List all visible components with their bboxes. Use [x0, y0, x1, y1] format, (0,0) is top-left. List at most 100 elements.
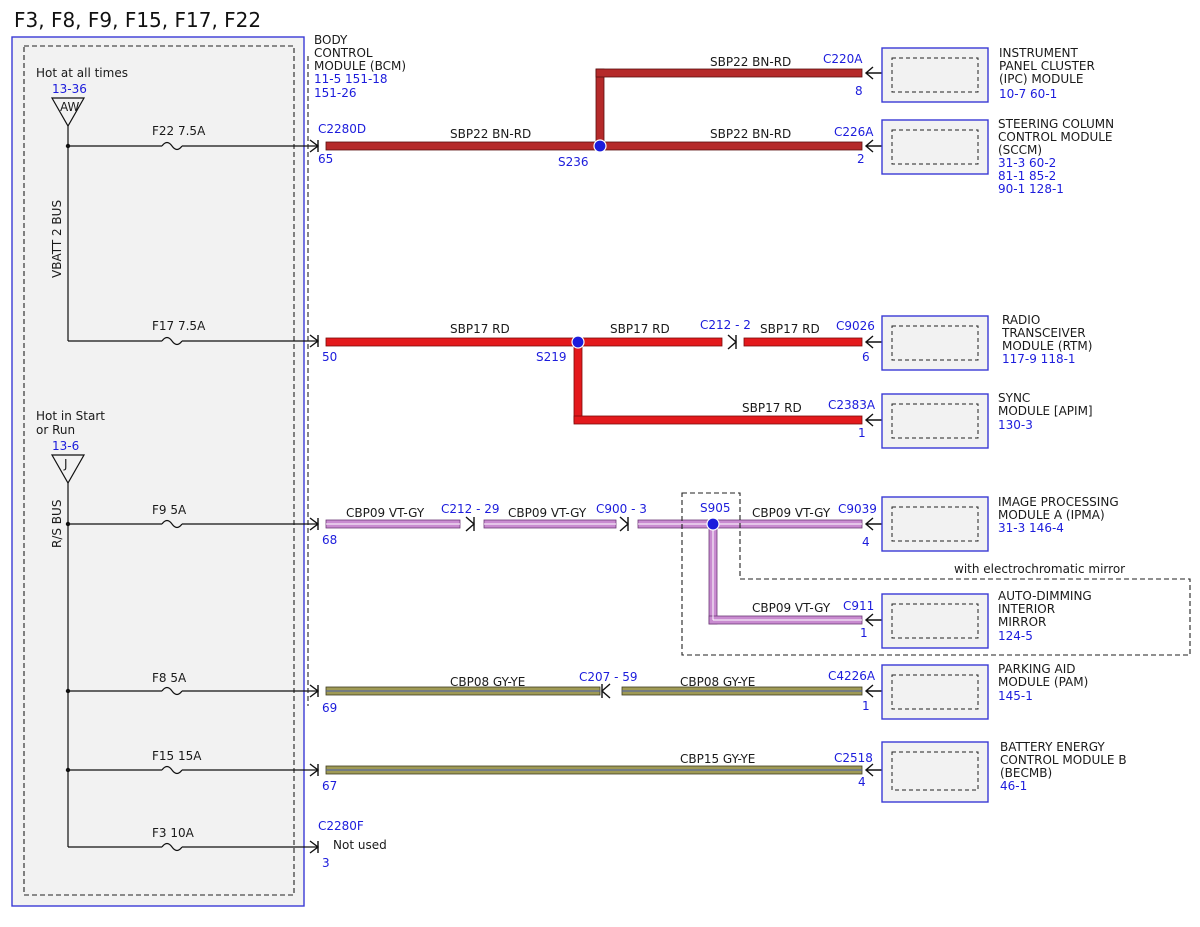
module-pin: 1	[858, 426, 866, 440]
wire-label: CBP09 VT-GY	[752, 506, 831, 520]
inline-connector-label: C212 - 2	[700, 318, 751, 332]
fuse-panel	[11, 36, 305, 907]
module-name-line: CONTROL MODULE	[998, 130, 1113, 144]
hot-start-label-1: Hot in Start	[36, 409, 105, 423]
module-connector: C911	[843, 599, 874, 613]
bcm-pin: 67	[322, 779, 337, 793]
module-pin: 4	[858, 775, 866, 789]
connector-arrow-icon	[864, 517, 882, 531]
rs-bus-label: R/S BUS	[50, 500, 64, 548]
bcm-label-2: CONTROL	[314, 46, 373, 60]
module-pin: 8	[855, 84, 863, 98]
splice-label: S236	[558, 155, 589, 169]
module-ipma: C9039 4 IMAGE PROCESSING MODULE A (IPMA)…	[838, 495, 1119, 552]
module-name-line: (IPC) MODULE	[999, 72, 1083, 86]
bcm-ref-1: 11-5 151-18	[314, 72, 388, 86]
module-connector: C226A	[834, 125, 874, 139]
module-connector: C9039	[838, 502, 877, 516]
wire-label: SBP22 BN-RD	[710, 127, 791, 141]
module-rtm: C9026 6 RADIO TRANSCEIVER MODULE (RTM) 1…	[836, 313, 1092, 371]
module-name-line: MODULE (PAM)	[998, 675, 1088, 689]
diagram-title: F3, F8, F9, F15, F17, F22	[14, 8, 261, 32]
fuse-label: F22 7.5A	[152, 124, 206, 138]
module-ipc: C220A 8 INSTRUMENT PANEL CLUSTER (IPC) M…	[823, 46, 1095, 103]
inline-connector-icon	[465, 516, 476, 532]
fuse-label: F9 5A	[152, 503, 187, 517]
fuse-label: F15 15A	[152, 749, 202, 763]
fuse-label: F3 10A	[152, 826, 195, 840]
module-ref: 46-1	[1000, 779, 1027, 793]
module-name-line: MODULE A (IPMA)	[998, 508, 1105, 522]
module-ref: 10-7 60-1	[999, 87, 1057, 101]
module-connector: C9026	[836, 319, 875, 333]
wire-label: SBP17 RD	[760, 322, 820, 336]
module-ref: 31-3 146-4	[998, 521, 1064, 535]
wire-label: CBP08 GY-YE	[680, 675, 755, 689]
module-name-line: TRANSCEIVER	[1001, 326, 1086, 340]
module-connector: C220A	[823, 52, 863, 66]
fuse-label: F8 5A	[152, 671, 187, 685]
bcm-connector-d: C2280D	[318, 122, 366, 136]
vbatt-bus-label: VBATT 2 BUS	[50, 200, 64, 278]
fuse-label: F17 7.5A	[152, 319, 206, 333]
wire-label: SBP17 RD	[742, 401, 802, 415]
inline-connector-label: C212 - 29	[441, 502, 500, 516]
module-name-line: MODULE [APIM]	[998, 404, 1093, 418]
module-name-line: INTERIOR	[998, 602, 1055, 616]
wire-label: CBP09 VT-GY	[752, 601, 831, 615]
module-becmb: C2518 4 BATTERY ENERGY CONTROL MODULE B …	[834, 740, 1127, 803]
inline-connector-icon	[600, 683, 611, 699]
module-name-line: BATTERY ENERGY	[1000, 740, 1105, 754]
module-ref: 145-1	[998, 689, 1033, 703]
module-name-line: CONTROL MODULE B	[1000, 753, 1127, 767]
inline-connector-icon	[727, 334, 738, 350]
module-ref: 117-9 118-1	[1002, 352, 1076, 366]
module-pin: 2	[857, 152, 865, 166]
module-ref: 31-3 60-2	[998, 156, 1056, 170]
hot-always-label: Hot at all times	[36, 66, 128, 80]
wire-label: CBP09 VT-GY	[346, 506, 425, 520]
wire-label: CBP09 VT-GY	[508, 506, 587, 520]
bcm-ref-2: 151-26	[314, 86, 357, 100]
wire-label: SBP17 RD	[610, 322, 670, 336]
wire-label: CBP15 GY-YE	[680, 752, 755, 766]
wire-label: SBP17 RD	[450, 322, 510, 336]
hot-start-ref: 13-6	[52, 439, 79, 453]
connector-arrow-icon	[864, 335, 882, 349]
module-name-line: SYNC	[998, 391, 1030, 405]
module-name-line: RADIO	[1002, 313, 1040, 327]
module-connector: C2383A	[828, 398, 876, 412]
bcm-label-1: BODY	[314, 33, 348, 47]
connector-arrow-icon	[864, 66, 882, 80]
module-name-line: MIRROR	[998, 615, 1046, 629]
module-name-line: INSTRUMENT	[999, 46, 1078, 60]
not-used-label: Not used	[333, 838, 387, 852]
option-note: with electrochromatic mirror	[954, 562, 1125, 576]
module-name-line: MODULE (RTM)	[1002, 339, 1092, 353]
module-ref: 90-1 128-1	[998, 182, 1064, 196]
module-pin: 6	[862, 350, 870, 364]
wiring-diagram: F3, F8, F9, F15, F17, F22 Hot at all tim…	[11, 8, 1191, 907]
inline-connector-label: C207 - 59	[579, 670, 638, 684]
connector-arrow-icon	[864, 413, 882, 427]
module-name-line: AUTO-DIMMING	[998, 589, 1092, 603]
splice-s219	[571, 335, 585, 349]
inline-connector-label: C900 - 3	[596, 502, 647, 516]
bcm-pin: 3	[322, 856, 330, 870]
module-name-line: PARKING AID	[998, 662, 1076, 676]
wire-label: SBP22 BN-RD	[710, 55, 791, 69]
triangle-j-label: J	[63, 457, 68, 471]
module-ref: 130-3	[998, 418, 1033, 432]
module-ref: 124-5	[998, 629, 1033, 643]
circuit-cbp08	[325, 683, 863, 699]
connector-arrow-icon	[864, 613, 882, 627]
bcm-label-3: MODULE (BCM)	[314, 59, 406, 73]
triangle-aw-label: AW	[60, 100, 80, 114]
bcm-pin: 68	[322, 533, 337, 547]
module-sccm: C226A 2 STEERING COLUMN CONTROL MODULE (…	[834, 117, 1114, 196]
splice-label: S219	[536, 350, 567, 364]
connector-arrow-icon	[864, 139, 882, 153]
hot-start-label-2: or Run	[36, 423, 75, 437]
module-sync: C2383A 1 SYNC MODULE [APIM] 130-3	[828, 391, 1093, 449]
module-connector: C4226A	[828, 669, 876, 683]
